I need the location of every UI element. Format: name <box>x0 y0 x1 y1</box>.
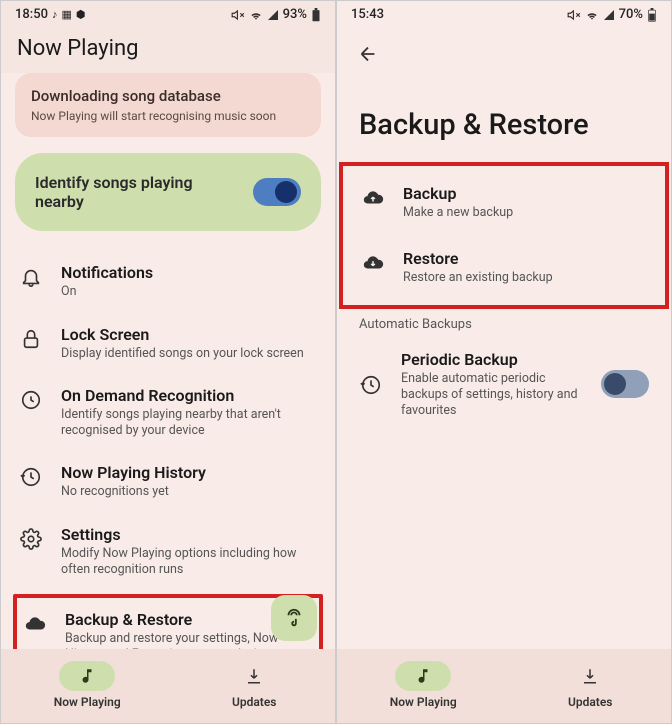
wifi-icon <box>249 8 263 22</box>
nav-updates[interactable]: Updates <box>562 661 618 709</box>
cloud-upload-icon <box>361 186 385 210</box>
item-history[interactable]: Now Playing History No recognitions yet <box>15 451 321 512</box>
item-title: Periodic Backup <box>401 350 583 369</box>
nav-label: Now Playing <box>390 695 457 709</box>
bell-icon <box>19 265 43 289</box>
item-title: On Demand Recognition <box>61 386 317 405</box>
gear-icon <box>19 527 43 551</box>
status-bar: 18:50 ♪ ▦ ⬢ 93% <box>1 1 335 26</box>
item-title: Notifications <box>61 263 317 282</box>
bottom-nav: Now Playing Updates <box>337 649 671 723</box>
cloud-icon <box>23 612 47 636</box>
signal-icon <box>603 9 615 21</box>
item-title: Backup <box>403 184 647 203</box>
music-note-icon: ♪ <box>52 8 58 21</box>
item-notifications[interactable]: Notifications On <box>15 251 321 312</box>
item-title: Restore <box>403 249 647 268</box>
status-time: 15:43 <box>351 7 384 22</box>
identify-toggle-label: Identify songs playing nearby <box>35 173 215 211</box>
mute-icon <box>567 8 581 22</box>
item-sub: Restore an existing backup <box>403 270 647 286</box>
signal-icon <box>267 9 279 21</box>
screen-now-playing: 18:50 ♪ ▦ ⬢ 93% Now Playing Downloading … <box>0 0 336 724</box>
dot-icon: ⬢ <box>76 8 86 21</box>
item-sub: Enable automatic periodic backups of set… <box>401 371 583 420</box>
periodic-toggle-switch[interactable] <box>601 370 649 398</box>
nav-updates[interactable]: Updates <box>226 661 282 709</box>
wifi-icon <box>585 8 599 22</box>
battery-percent: 70% <box>619 7 643 22</box>
item-sub: No recognitions yet <box>61 484 317 500</box>
item-title: Settings <box>61 525 317 544</box>
nav-label: Updates <box>232 695 277 709</box>
status-time: 18:50 <box>15 7 48 22</box>
item-title: Now Playing History <box>61 463 317 482</box>
bottom-nav: Now Playing Updates <box>1 649 335 723</box>
item-lock-screen[interactable]: Lock Screen Display identified songs on … <box>15 313 321 374</box>
item-sub: On <box>61 284 317 300</box>
section-automatic-backups: Automatic Backups <box>337 309 671 336</box>
item-on-demand[interactable]: On Demand Recognition Identify songs pla… <box>15 374 321 452</box>
nav-label: Updates <box>568 695 613 709</box>
page-title: Backup & Restore <box>337 72 671 162</box>
download-banner: Downloading song database Now Playing wi… <box>15 73 321 137</box>
item-settings[interactable]: Settings Modify Now Playing options incl… <box>15 513 321 591</box>
download-subtitle: Now Playing will start recognising music… <box>31 109 305 123</box>
history-icon <box>19 465 43 489</box>
nav-label: Now Playing <box>54 695 121 709</box>
identify-toggle-switch[interactable] <box>253 178 301 206</box>
history-icon <box>359 373 383 397</box>
music-search-icon <box>19 388 43 412</box>
backup-restore-highlight: Backup Make a new backup Restore Restore… <box>339 162 669 309</box>
lock-icon <box>19 327 43 351</box>
status-bar: 15:43 70% <box>337 1 671 26</box>
item-sub: Identify songs playing nearby that aren'… <box>61 407 317 440</box>
item-backup[interactable]: Backup Make a new backup <box>357 170 651 235</box>
music-note-icon <box>59 661 115 691</box>
item-sub: Make a new backup <box>403 205 647 221</box>
nav-now-playing[interactable]: Now Playing <box>390 661 457 709</box>
battery-percent: 93% <box>283 7 307 22</box>
nav-now-playing[interactable]: Now Playing <box>54 661 121 709</box>
screen-backup-restore: 15:43 70% Backup & Restore <box>336 0 672 724</box>
cloud-download-icon <box>361 251 385 275</box>
item-title: Lock Screen <box>61 325 317 344</box>
download-icon <box>226 661 282 691</box>
fab-recognize[interactable] <box>271 595 317 641</box>
download-icon <box>562 661 618 691</box>
item-sub: Modify Now Playing options including how… <box>61 546 317 579</box>
item-periodic-backup[interactable]: Periodic Backup Enable automatic periodi… <box>337 336 671 434</box>
page-title: Now Playing <box>1 26 335 73</box>
image-icon: ▦ <box>61 8 71 21</box>
music-note-icon <box>395 661 451 691</box>
item-restore[interactable]: Restore Restore an existing backup <box>357 235 651 300</box>
item-sub: Display identified songs on your lock sc… <box>61 346 317 362</box>
download-title: Downloading song database <box>31 87 305 105</box>
identify-toggle-card[interactable]: Identify songs playing nearby <box>15 153 321 231</box>
mute-icon <box>231 8 245 22</box>
battery-icon <box>311 8 321 22</box>
back-button[interactable] <box>357 40 385 68</box>
battery-icon <box>647 8 657 22</box>
